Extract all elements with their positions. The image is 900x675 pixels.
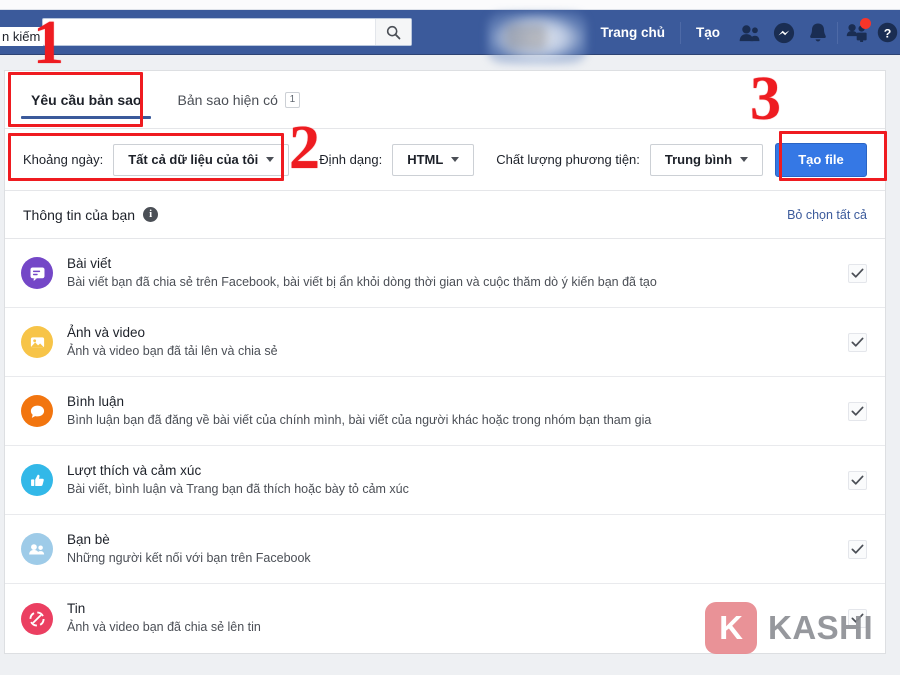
format-value: HTML xyxy=(407,152,443,167)
list-item-title: Bạn bè xyxy=(67,532,834,547)
search-icon[interactable] xyxy=(375,19,411,45)
media-quality-dropdown[interactable]: Trung bình xyxy=(650,144,763,176)
media-quality-label: Chất lượng phương tiện: xyxy=(496,152,640,167)
download-info-card: Yêu cầu bản sao Bản sao hiện có 1 Khoảng… xyxy=(4,70,886,654)
date-range-label: Khoảng ngày: xyxy=(23,152,103,167)
blurred-profile-name xyxy=(505,24,547,50)
tab-available-copies[interactable]: Bản sao hiện có 1 xyxy=(159,71,317,128)
list-item-text: Bài viết Bài viết bạn đã chia sẻ trên Fa… xyxy=(67,256,834,291)
list-item[interactable]: Tin Ảnh và video bạn đã chia sẻ lên tin xyxy=(5,584,885,653)
stories-icon xyxy=(21,603,53,635)
search-label: n kiếm xyxy=(0,27,43,46)
friend-requests-icon[interactable] xyxy=(733,10,767,55)
chevron-down-icon xyxy=(740,157,748,162)
list-item-title: Bình luận xyxy=(67,394,834,409)
list-item[interactable]: Ảnh và video Ảnh và video bạn đã tải lên… xyxy=(5,308,885,377)
help-icon[interactable]: ? xyxy=(874,10,900,55)
screenshot-root: Tìm kiếm n kiếm Trang chủ Tạo xyxy=(0,0,900,675)
photos-videos-icon xyxy=(21,326,53,358)
deselect-all-link[interactable]: Bỏ chọn tất cả xyxy=(787,208,867,222)
nav-divider xyxy=(837,22,838,44)
list-item-desc: Bình luận bạn đã đăng về bài viết của ch… xyxy=(67,412,834,429)
friends-icon xyxy=(21,533,53,565)
section-header: Thông tin của bạn i Bỏ chọn tất cả xyxy=(5,191,885,239)
tab-available-copies-label: Bản sao hiện có xyxy=(177,92,277,108)
list-item-text: Bình luận Bình luận bạn đã đăng về bài v… xyxy=(67,394,834,429)
list-item-text: Bạn bè Những người kết nối với bạn trên … xyxy=(67,532,834,567)
chevron-down-icon xyxy=(266,157,274,162)
tabs-row: Yêu cầu bản sao Bản sao hiện có 1 xyxy=(5,71,885,129)
list-item-title: Bài viết xyxy=(67,256,834,271)
list-item[interactable]: Bài viết Bài viết bạn đã chia sẻ trên Fa… xyxy=(5,239,885,308)
notifications-bell-icon[interactable] xyxy=(801,10,835,55)
list-item-title: Lượt thích và cảm xúc xyxy=(67,463,834,478)
account-menu-icon[interactable] xyxy=(840,10,874,55)
list-item-desc: Những người kết nối với bạn trên Faceboo… xyxy=(67,550,834,567)
create-file-button[interactable]: Tạo file xyxy=(775,143,867,177)
list-item-title: Tin xyxy=(67,601,834,616)
checkbox[interactable] xyxy=(848,264,867,283)
header-nav: Trang chủ Tạo xyxy=(587,10,900,55)
list-item-text: Tin Ảnh và video bạn đã chia sẻ lên tin xyxy=(67,601,834,636)
tab-request-copy[interactable]: Yêu cầu bản sao xyxy=(13,71,159,128)
list-item-desc: Bài viết, bình luận và Trang bạn đã thíc… xyxy=(67,481,834,498)
search-input[interactable]: Tìm kiếm xyxy=(42,18,412,46)
list-item[interactable]: Bình luận Bình luận bạn đã đăng về bài v… xyxy=(5,377,885,446)
list-item[interactable]: Lượt thích và cảm xúc Bài viết, bình luậ… xyxy=(5,446,885,515)
date-range-dropdown[interactable]: Tất cả dữ liệu của tôi xyxy=(113,144,289,176)
facebook-header: Tìm kiếm n kiếm Trang chủ Tạo xyxy=(0,10,900,55)
checkbox[interactable] xyxy=(848,333,867,352)
filter-bar: Khoảng ngày: Tất cả dữ liệu của tôi Định… xyxy=(5,129,885,191)
info-icon[interactable]: i xyxy=(143,207,158,222)
nav-divider xyxy=(680,22,681,44)
nav-home[interactable]: Trang chủ xyxy=(587,10,678,55)
list-item-desc: Bài viết bạn đã chia sẻ trên Facebook, b… xyxy=(67,274,834,291)
messenger-icon[interactable] xyxy=(767,10,801,55)
list-item-text: Lượt thích và cảm xúc Bài viết, bình luậ… xyxy=(67,463,834,498)
browser-chrome-strip xyxy=(0,0,900,10)
format-label: Định dạng: xyxy=(319,152,382,167)
checkbox[interactable] xyxy=(848,402,867,421)
svg-text:?: ? xyxy=(883,26,891,40)
media-quality-value: Trung bình xyxy=(665,152,732,167)
checkbox[interactable] xyxy=(848,471,867,490)
checkbox[interactable] xyxy=(848,540,867,559)
posts-icon xyxy=(21,257,53,289)
create-file-button-label: Tạo file xyxy=(798,152,844,167)
likes-reactions-icon xyxy=(21,464,53,496)
section-title: Thông tin của bạn xyxy=(23,207,135,223)
list-item-desc: Ảnh và video bạn đã tải lên và chia sẻ xyxy=(67,343,834,360)
chevron-down-icon xyxy=(451,157,459,162)
nav-create[interactable]: Tạo xyxy=(683,10,733,55)
list-item-title: Ảnh và video xyxy=(67,325,834,340)
format-dropdown[interactable]: HTML xyxy=(392,144,474,176)
notification-badge xyxy=(860,18,871,29)
list-item-text: Ảnh và video Ảnh và video bạn đã tải lên… xyxy=(67,325,834,360)
list-item-desc: Ảnh và video bạn đã chia sẻ lên tin xyxy=(67,619,834,636)
comments-icon xyxy=(21,395,53,427)
date-range-value: Tất cả dữ liệu của tôi xyxy=(128,152,258,167)
checkbox[interactable] xyxy=(848,609,867,628)
tab-available-copies-badge: 1 xyxy=(285,92,300,108)
tab-request-copy-label: Yêu cầu bản sao xyxy=(31,92,141,108)
list-item[interactable]: Bạn bè Những người kết nối với bạn trên … xyxy=(5,515,885,584)
